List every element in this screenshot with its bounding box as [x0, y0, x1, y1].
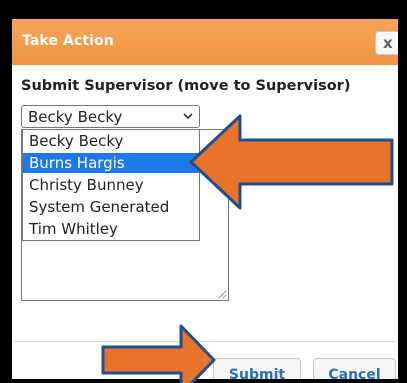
close-icon: x [383, 34, 393, 52]
close-button[interactable]: x [375, 31, 398, 55]
chevron-down-icon [183, 113, 193, 120]
dialog-title: Take Action [22, 33, 114, 49]
option-burns-hargis[interactable]: Burns Hargis [23, 153, 199, 173]
submit-button[interactable]: Submit [213, 358, 301, 379]
dialog-titlebar[interactable]: Take Action x [12, 19, 398, 65]
take-action-dialog: Take Action x Submit Supervisor (move to… [12, 19, 398, 379]
footer-divider [12, 341, 398, 342]
supervisor-dropdown-list: Becky Becky Burns Hargis Christy Bunney … [22, 129, 200, 241]
option-system-generated[interactable]: System Generated [23, 197, 199, 217]
supervisor-select[interactable]: Becky Becky [21, 105, 200, 128]
cancel-button[interactable]: Cancel [313, 358, 396, 379]
option-tim-whitley[interactable]: Tim Whitley [23, 219, 199, 239]
section-label: Submit Supervisor (move to Supervisor) [21, 78, 351, 94]
select-value: Becky Becky [28, 108, 123, 126]
resize-grip-icon[interactable] [217, 289, 227, 299]
option-becky-becky[interactable]: Becky Becky [23, 131, 199, 151]
option-christy-bunney[interactable]: Christy Bunney [23, 175, 199, 195]
